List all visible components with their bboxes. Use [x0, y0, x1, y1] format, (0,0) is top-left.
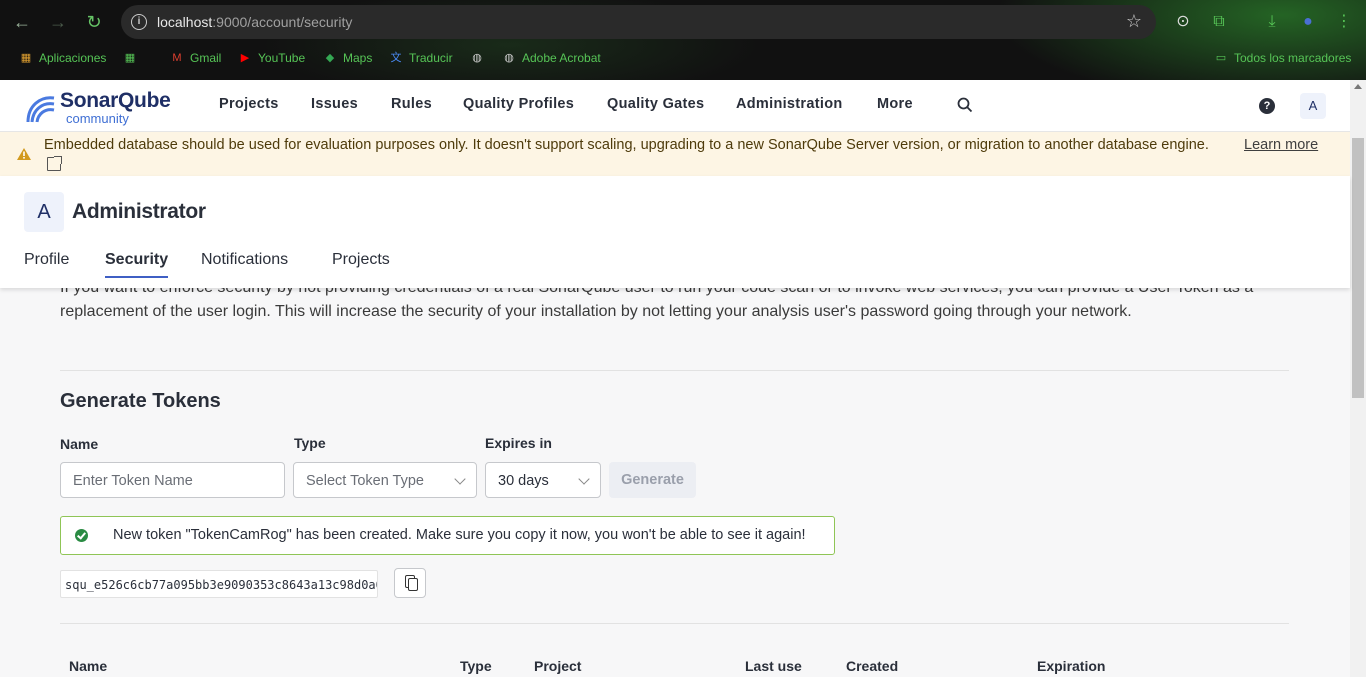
bookmark-globe[interactable]: ◍ — [470, 51, 484, 65]
grid-icon: ▦ — [124, 52, 136, 64]
generate-button[interactable]: Generate — [609, 462, 696, 498]
apps-grid-icon: ▦ — [20, 52, 32, 64]
security-content: If you want to enforce security by not p… — [0, 279, 1350, 677]
divider — [60, 623, 1289, 624]
external-link-icon[interactable] — [47, 156, 62, 171]
chevron-down-icon — [578, 473, 590, 485]
logo-title: SonarQube — [60, 89, 171, 112]
nav-administration[interactable]: Administration — [736, 96, 843, 112]
address-bar[interactable]: i localhost:9000/account/security ☆ — [121, 5, 1156, 39]
browser-toolbar: ← → ↻ i localhost:9000/account/security … — [0, 0, 1366, 80]
gmail-icon: M — [172, 52, 182, 64]
folder-icon: ▭ — [1215, 52, 1227, 64]
warning-text: Embedded database should be used for eva… — [44, 137, 1209, 153]
extension-icon[interactable]: ⊙ — [1172, 11, 1194, 33]
bookmark-adobe[interactable]: ◍ Adobe Acrobat — [502, 51, 601, 65]
column-header-type: Type — [460, 658, 492, 674]
generate-tokens-title: Generate Tokens — [60, 390, 221, 412]
tab-security[interactable]: Security — [105, 251, 169, 278]
account-header: A Administrator Profile Security Notific… — [0, 176, 1350, 288]
top-navigation: SonarQube community Projects Issues Rule… — [0, 80, 1350, 132]
logo-subtitle: community — [66, 111, 129, 126]
copy-token-button[interactable] — [394, 568, 426, 598]
bookmark-apps[interactable]: ▦ Aplicaciones — [19, 51, 107, 65]
url-text[interactable]: localhost:9000/account/security — [157, 14, 352, 30]
bookmark-star-icon[interactable]: ☆ — [1126, 11, 1142, 32]
tab-projects[interactable]: Projects — [332, 251, 390, 269]
token-value[interactable]: squ_e526c6cb77a095bb3e9090353c8643a13c98… — [60, 570, 378, 598]
nav-quality-profiles[interactable]: Quality Profiles — [463, 96, 574, 112]
nav-rules[interactable]: Rules — [391, 96, 432, 112]
nav-quality-gates[interactable]: Quality Gates — [607, 96, 704, 112]
bookmarks-bar: ▦ Aplicaciones ▦ M Gmail ▶ YouTube ◆ Maps 文T… — [0, 46, 1366, 72]
translate-icon: 文 — [390, 52, 402, 64]
name-label: Name — [60, 436, 99, 452]
bookmark-translate[interactable]: 文 Traducir — [389, 51, 453, 65]
column-header-last-use: Last use — [745, 658, 802, 674]
sonar-wave-icon — [26, 96, 55, 123]
nav-projects[interactable]: Projects — [219, 96, 279, 112]
column-header-project: Project — [534, 658, 582, 674]
menu-icon[interactable]: ⋮ — [1333, 11, 1355, 33]
embedded-db-warning: Embedded database should be used for eva… — [0, 132, 1350, 176]
column-header-created: Created — [846, 658, 899, 674]
account-name: Administrator — [72, 200, 206, 223]
sonarqube-logo[interactable]: SonarQube community — [24, 86, 184, 126]
scroll-thumb[interactable] — [1352, 138, 1364, 398]
learn-more-link[interactable]: Learn more — [1244, 137, 1318, 153]
column-header-expiration: Expiration — [1037, 658, 1106, 674]
tab-profile[interactable]: Profile — [24, 251, 69, 269]
expires-select[interactable]: 30 days — [485, 462, 601, 498]
check-circle-icon — [75, 529, 88, 542]
globe-icon: ◍ — [472, 52, 482, 64]
bookmark-gmail[interactable]: M Gmail — [170, 51, 221, 65]
back-icon[interactable]: ← — [11, 11, 33, 33]
nav-more[interactable]: More — [877, 96, 913, 112]
scroll-up-icon[interactable] — [1354, 84, 1362, 89]
token-name-input[interactable]: Enter Token Name — [60, 462, 285, 498]
search-icon[interactable] — [956, 96, 974, 114]
expires-label: Expires in — [485, 435, 552, 451]
tab-notifications[interactable]: Notifications — [201, 251, 288, 269]
puzzle-icon[interactable]: ⧉ — [1208, 11, 1230, 33]
help-icon[interactable]: ? — [1259, 98, 1275, 114]
forward-icon[interactable]: → — [47, 11, 69, 33]
site-info-icon[interactable]: i — [131, 14, 147, 30]
maps-icon: ◆ — [325, 52, 335, 64]
bookmark-maps[interactable]: ◆ Maps — [323, 51, 373, 65]
type-label: Type — [294, 435, 326, 451]
all-bookmarks[interactable]: ▭ Todos los marcadores — [1214, 51, 1352, 65]
user-avatar[interactable]: A — [1300, 93, 1326, 119]
success-alert: New token "TokenCamRog" has been created… — [60, 516, 835, 555]
chevron-down-icon — [454, 473, 466, 485]
globe-icon: ◍ — [504, 52, 514, 64]
bookmark-grid[interactable]: ▦ — [123, 51, 137, 65]
profile-icon[interactable]: ● — [1297, 11, 1319, 33]
reload-icon[interactable]: ↻ — [83, 11, 105, 33]
youtube-icon: ▶ — [240, 52, 250, 64]
nav-issues[interactable]: Issues — [311, 96, 358, 112]
warning-icon — [17, 148, 31, 160]
token-type-select[interactable]: Select Token Type — [293, 462, 477, 498]
column-header-name: Name — [69, 658, 108, 674]
account-avatar: A — [24, 192, 64, 232]
page-scrollbar[interactable] — [1350, 80, 1366, 677]
success-message: New token "TokenCamRog" has been created… — [113, 527, 806, 543]
bookmark-youtube[interactable]: ▶ YouTube — [238, 51, 305, 65]
divider — [60, 370, 1289, 371]
download-icon[interactable]: ⤓ — [1261, 11, 1283, 33]
